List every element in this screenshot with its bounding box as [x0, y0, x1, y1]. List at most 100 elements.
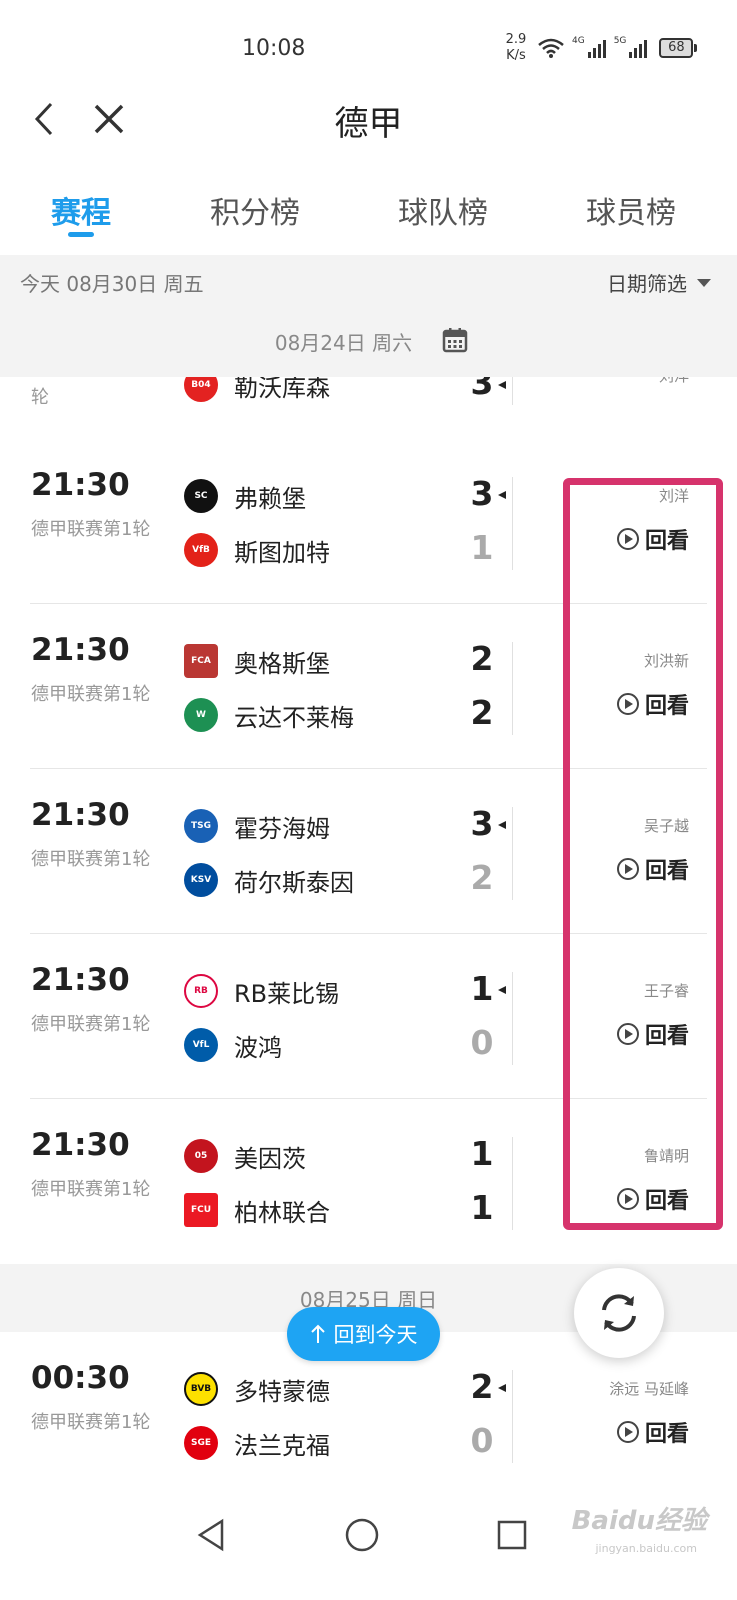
tab-standings[interactable]: 积分榜: [210, 188, 300, 232]
commentator: 刘洋: [658, 487, 689, 505]
tab-schedule[interactable]: 赛程: [51, 188, 111, 232]
away-score: 1: [470, 528, 494, 567]
team-logo: B04: [184, 377, 218, 402]
play-icon: [616, 693, 639, 715]
match-row[interactable]: 21:30 德甲联赛第1轮 RB RB莱比锡 VfL 波鸿 1 0 王子睿 回看: [0, 934, 737, 1099]
play-icon: [616, 858, 639, 880]
winner-marker: [498, 1384, 506, 1392]
match-round: 德甲联赛第1轮: [31, 519, 151, 540]
away-score: 2: [470, 693, 494, 732]
play-icon: [616, 1421, 639, 1443]
status-icons: 4G 5G 68: [538, 36, 698, 58]
back-to-today-button[interactable]: 回到今天: [287, 1307, 440, 1361]
header: 德甲: [0, 90, 737, 150]
home-team: RB RB莱比锡: [184, 971, 339, 1011]
home-team: TSG 霍芬海姆: [184, 806, 330, 846]
commentator: 鲁靖明: [643, 1147, 689, 1165]
away-score: 2: [470, 858, 494, 897]
team-logo: FCA: [184, 644, 218, 678]
home-team: SC 弗赖堡: [184, 476, 306, 516]
match-round: 德甲联赛第1轮: [31, 1014, 151, 1035]
match-row-partial[interactable]: 轮 B04 勒沃库森 3 刘洋: [0, 377, 737, 439]
team-logo: RB: [184, 974, 218, 1008]
square-recents-icon: [497, 1520, 527, 1550]
date-group-label: 08月24日 周六: [274, 331, 413, 355]
tab-team-ranking[interactable]: 球队榜: [398, 188, 488, 232]
battery-icon: 68: [659, 38, 698, 58]
nav-home-button[interactable]: [337, 1510, 387, 1560]
match-time: 00:30: [31, 1360, 130, 1396]
away-score: 1: [470, 1188, 494, 1227]
away-team: W 云达不莱梅: [184, 695, 354, 735]
network-speed: 2.9 K/s: [505, 32, 527, 63]
home-team: BVB 多特蒙德: [184, 1369, 330, 1409]
match-time: 21:30: [31, 797, 130, 833]
team-logo: SGE: [184, 1426, 218, 1460]
caret-down-icon: [697, 278, 711, 287]
page-title: 德甲: [334, 104, 403, 144]
today-label: 今天 08月30日 周五: [20, 272, 204, 296]
match-round: 德甲联赛第1轮: [31, 849, 151, 870]
tab-bar: 赛程 积分榜 球队榜 球员榜: [0, 180, 737, 245]
match-round: 德甲联赛第1轮: [31, 684, 151, 705]
away-team: KSV 荷尔斯泰因: [184, 860, 354, 900]
filter-bar: 今天 08月30日 周五 日期筛选: [0, 255, 737, 307]
play-icon: [616, 528, 639, 550]
home-team: 05 美因茨: [184, 1136, 306, 1176]
calendar-icon[interactable]: [442, 327, 468, 357]
team-logo: FCU: [184, 1193, 218, 1227]
status-time: 10:08: [242, 36, 306, 61]
signal-4g-icon: 4G: [572, 36, 606, 58]
nav-back-button[interactable]: [186, 1510, 236, 1560]
team-logo: VfB: [184, 533, 218, 567]
replay-button[interactable]: 回看: [616, 688, 689, 720]
commentator: 吴子越: [643, 817, 689, 835]
home-score: 1: [470, 969, 494, 1008]
team-logo: SC: [184, 479, 218, 513]
home-score: 1: [470, 1134, 494, 1173]
away-team: SGE 法兰克福: [184, 1423, 330, 1463]
commentator: 刘洪新: [643, 652, 689, 670]
match-row[interactable]: 21:30 德甲联赛第1轮 FCA 奥格斯堡 W 云达不莱梅 2 2 刘洪新 回…: [0, 604, 737, 769]
away-score: 0: [470, 1023, 494, 1062]
date-group-header: 08月24日 周六: [0, 307, 737, 377]
commentator: 王子睿: [643, 982, 689, 1000]
arrow-up-icon: [310, 1324, 325, 1343]
team-logo: TSG: [184, 809, 218, 843]
status-bar: 10:08 2.9 K/s 4G 5G 68: [0, 0, 737, 90]
away-score: 0: [470, 1421, 494, 1460]
team-logo: KSV: [184, 863, 218, 897]
winner-marker: [498, 821, 506, 829]
replay-button[interactable]: 回看: [616, 853, 689, 885]
replay-button[interactable]: 回看: [616, 523, 689, 555]
tab-active-indicator: [68, 232, 94, 237]
team-logo: W: [184, 698, 218, 732]
replay-button[interactable]: 回看: [616, 1183, 689, 1215]
triangle-back-icon: [197, 1518, 224, 1552]
match-row[interactable]: 21:30 德甲联赛第1轮 TSG 霍芬海姆 KSV 荷尔斯泰因 3 2 吴子越…: [0, 769, 737, 934]
match-time: 21:30: [31, 1127, 130, 1163]
home-team: FCA 奥格斯堡: [184, 641, 330, 681]
replay-button[interactable]: 回看: [616, 1018, 689, 1050]
home-score: 3: [470, 804, 494, 843]
team-logo: VfL: [184, 1028, 218, 1062]
match-row[interactable]: 21:30 德甲联赛第1轮 SC 弗赖堡 VfB 斯图加特 3 1 刘洋 回看: [0, 439, 737, 604]
match-time: 21:30: [31, 962, 130, 998]
winner-marker: [498, 491, 506, 499]
wifi-icon: [538, 38, 564, 58]
away-team: VfL 波鸿: [184, 1025, 282, 1065]
away-team: FCU 柏林联合: [184, 1190, 330, 1230]
nav-recents-button[interactable]: [487, 1510, 537, 1560]
home-score: 2: [470, 639, 494, 678]
match-time: 21:30: [31, 467, 130, 503]
play-icon: [616, 1023, 639, 1045]
date-filter-dropdown[interactable]: 日期筛选: [607, 268, 711, 297]
signal-5g-icon: 5G: [614, 36, 648, 58]
team-logo: BVB: [184, 1372, 218, 1406]
watermark-url: jingyan.baidu.com: [595, 1542, 697, 1555]
replay-button[interactable]: 回看: [616, 1416, 689, 1448]
match-round: 德甲联赛第1轮: [31, 1179, 151, 1200]
refresh-button[interactable]: [574, 1268, 664, 1358]
tab-player-ranking[interactable]: 球员榜: [586, 188, 676, 232]
match-row[interactable]: 21:30 德甲联赛第1轮 05 美因茨 FCU 柏林联合 1 1 鲁靖明 回看: [0, 1099, 737, 1264]
